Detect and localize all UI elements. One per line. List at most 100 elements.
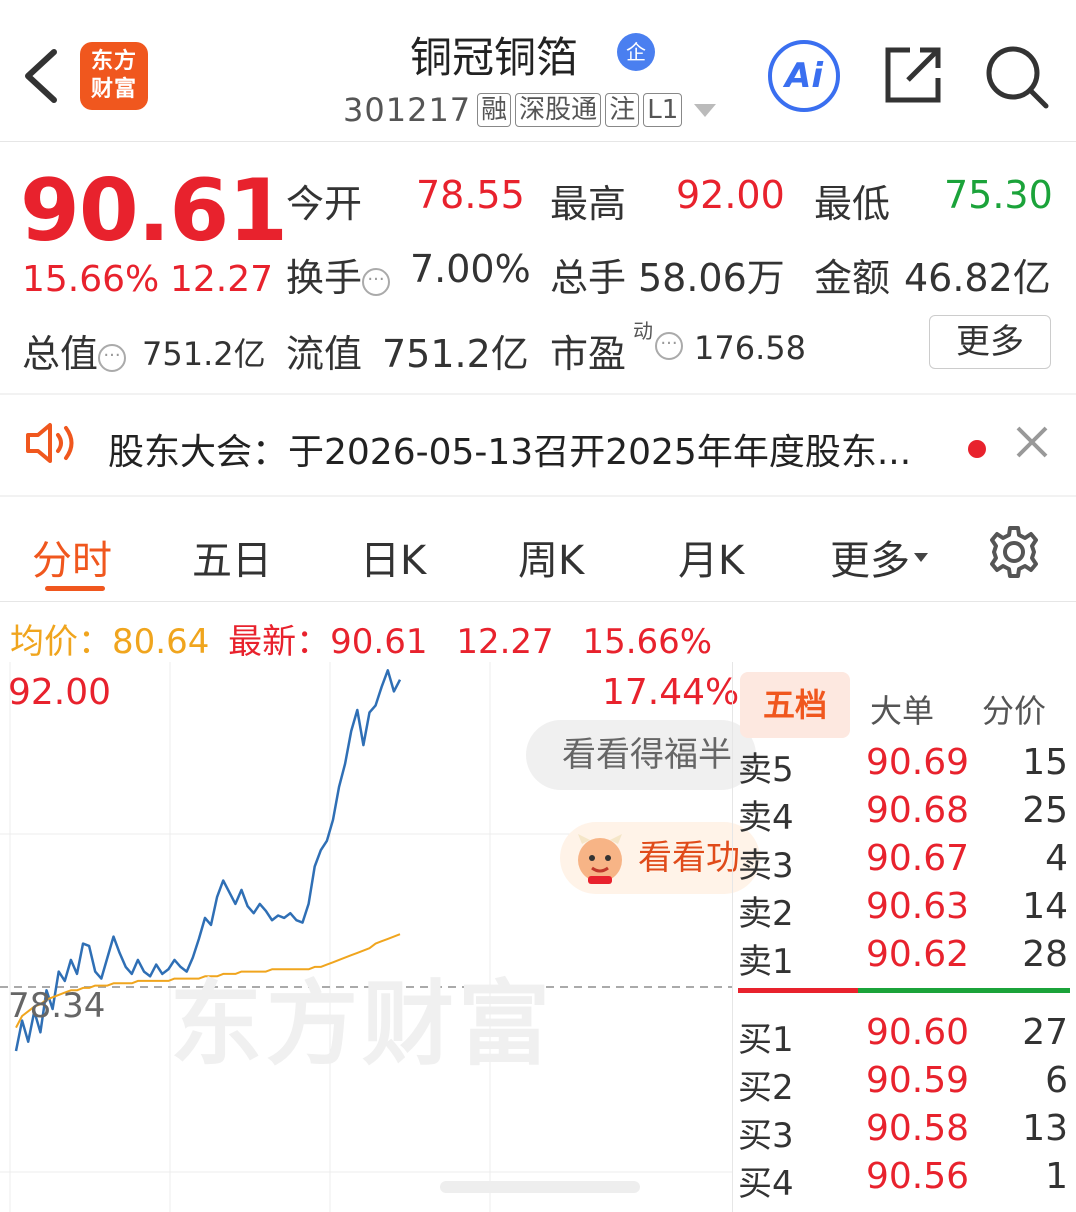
order-book-tabs: 五档 大单 分价 [736,672,1076,738]
buy-volume: 27 [1022,1012,1068,1053]
tab-price-distribution[interactable]: 分价 [982,686,1046,732]
gear-icon[interactable] [986,524,1042,580]
avg-label: 均价： [10,622,112,662]
change-amount: 12.27 [170,259,274,300]
high-value: 92.00 [676,173,785,217]
mcap-label-text: 总值 [22,332,99,376]
chevron-down-icon[interactable] [694,103,717,117]
avg-value: 80.64 [112,622,210,662]
amount-value: 46.82亿 [904,256,1051,300]
y-axis-high-label: 92.00 [8,672,112,713]
buy-price: 90.60 [866,1012,970,1053]
tab-five-day[interactable]: 五日 [192,528,272,586]
caret-down-icon [914,553,928,562]
sell-price: 90.62 [866,934,970,975]
sell-level-label: 卖2 [738,894,794,934]
high-label: 最高 [550,182,627,226]
promo-pill[interactable]: 看看得福半 [526,720,756,790]
sell-row[interactable]: 卖3 90.67 4 [736,838,1072,886]
buy-level-label: 买2 [738,1068,794,1108]
buy-volume: 13 [1022,1108,1068,1149]
quote-panel: 90.61 15.66% 12.27 今开 78.55 最高 92.00 最低 … [0,143,1076,393]
search-icon[interactable] [982,42,1052,112]
tag-registered: 注 [605,93,640,127]
active-tab-indicator [45,586,105,591]
low-value: 75.30 [944,173,1053,217]
sell-row[interactable]: 卖1 90.62 28 [736,934,1072,982]
buy-price: 90.59 [866,1060,970,1101]
buy-row[interactable]: 买1 90.60 27 [736,1012,1072,1060]
share-icon[interactable] [880,42,946,108]
tab-weekly-k[interactable]: 周K [518,528,584,586]
tab-more[interactable]: 更多 [830,528,928,586]
price-summary-line: 均价：80.64 最新：90.61 12.27 15.66% [10,614,712,663]
buy-level-label: 买3 [738,1116,794,1156]
latest-value: 90.61 [330,622,428,662]
stock-code-line[interactable]: 301217 融 深股通 注 L1 [343,90,717,130]
stock-name: 铜冠铜箔 [410,33,579,82]
volume-label: 总手 [550,256,627,300]
change-percent: 15.66% [22,259,160,300]
buy-row[interactable]: 买4 90.56 1 [736,1156,1072,1204]
latest-label: 最新： [228,622,331,662]
buy-level-label: 买4 [738,1164,794,1204]
scroll-indicator [440,1181,640,1193]
open-label: 今开 [286,182,363,226]
sell-row[interactable]: 卖5 90.69 15 [736,742,1072,790]
sell-volume: 25 [1022,790,1068,831]
tab-more-label: 更多 [830,538,910,584]
sell-level-label: 卖1 [738,942,794,982]
tab-daily-k[interactable]: 日K [360,528,426,586]
sell-row[interactable]: 卖2 90.63 14 [736,886,1072,934]
sell-price: 90.68 [866,790,970,831]
buy-row[interactable]: 买2 90.59 6 [736,1060,1072,1108]
turnover-label[interactable]: 换手 ··· [286,247,391,302]
sell-row[interactable]: 卖4 90.68 25 [736,790,1072,838]
top-header: 东方财富 铜冠铜箔 企 301217 融 深股通 注 L1 Ai [0,0,1076,142]
buy-row[interactable]: 买3 90.58 13 [736,1108,1072,1156]
tab-intraday[interactable]: 分时 [32,528,112,586]
tab-large-orders[interactable]: 大单 [870,686,934,732]
float-cap-label: 流值 [286,332,363,376]
buy-price: 90.56 [866,1156,970,1197]
info-icon[interactable]: ··· [655,332,683,360]
enterprise-badge: 企 [617,33,655,71]
latest-change-percent: 15.66% [582,622,713,662]
tag-level: L1 [643,93,683,127]
turnover-label-text: 换手 [286,256,363,300]
close-icon[interactable] [1012,422,1052,462]
turnover-value: 7.00% [410,247,531,291]
tag-connect: 深股通 [515,93,602,127]
low-label: 最低 [814,182,891,226]
sell-price: 90.69 [866,742,970,783]
sell-level-label: 卖3 [738,846,794,886]
sell-level-label: 卖5 [738,750,794,790]
float-cap-value: 751.2亿 [382,332,529,376]
buy-price: 90.58 [866,1108,970,1149]
speaker-icon [26,423,74,463]
info-icon[interactable]: ··· [98,344,127,372]
sell-volume: 4 [1045,838,1068,879]
back-arrow-icon[interactable] [18,44,68,108]
app-logo: 东方财富 [80,42,148,110]
notice-text[interactable]: 股东大会：于2026-05-13召开2025年年度股东... [108,423,911,475]
buy-level-label: 买1 [738,1020,794,1060]
pe-label: 市盈 [550,332,627,376]
tab-monthly-k[interactable]: 月K [678,528,744,586]
notice-bar[interactable]: 股东大会：于2026-05-13召开2025年年度股东... [0,395,1076,497]
sell-level-label: 卖4 [738,798,794,838]
mcap-label[interactable]: 总值 ··· [22,323,127,378]
buy-side-divider [858,988,1070,993]
sell-volume: 28 [1022,934,1068,975]
buy-volume: 6 [1045,1060,1068,1101]
pe-dynamic-mark: 动 [633,319,653,343]
ai-button[interactable]: Ai [768,40,840,112]
tab-five-levels[interactable]: 五档 [740,672,850,738]
sell-price: 90.67 [866,838,970,879]
info-icon[interactable]: ··· [362,268,391,296]
quote-more-button[interactable]: 更多 [929,315,1051,369]
last-price: 90.61 [20,161,288,261]
tag-margin: 融 [477,93,512,127]
amount-label: 金额 [814,256,891,300]
sell-volume: 14 [1022,886,1068,927]
